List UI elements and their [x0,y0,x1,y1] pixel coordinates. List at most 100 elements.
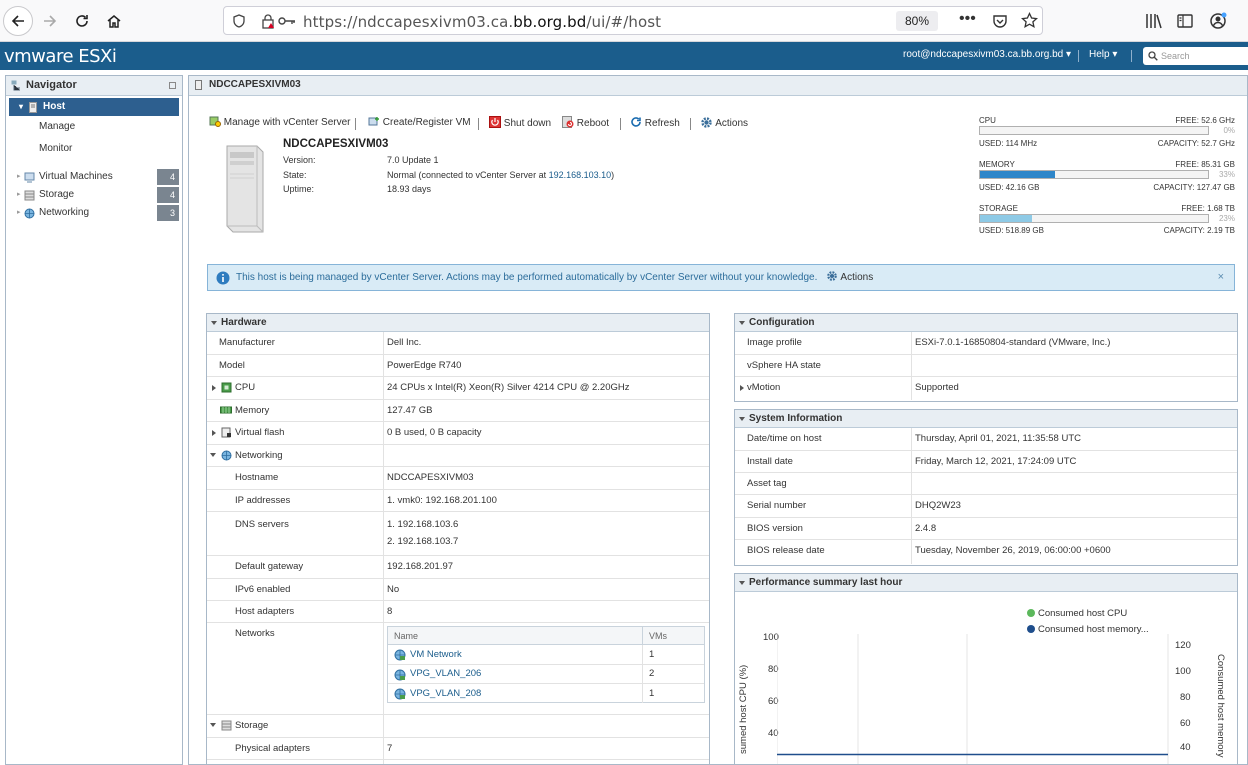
gear-icon [701,117,712,128]
manage-vcenter-button[interactable]: Manage with vCenter Server [209,116,351,128]
table-row[interactable]: VPG_VLAN_208 1 [388,684,704,703]
navigator-title: Navigator [6,76,182,96]
expand-icon[interactable] [740,385,744,391]
row-label: BIOS version [747,523,803,534]
host-main-panel: NDCCAPESXIVM03 Manage with vCenter Serve… [188,75,1248,765]
hw-row-ip-addresses: IP addresses 1. vmk0: 192.168.201.100 [207,490,709,512]
network-vm-count: 1 [649,649,655,660]
hw-row-cpu[interactable]: CPU 24 CPUs x Intel(R) Xeon(R) Silver 421… [207,377,709,400]
actions-button[interactable]: Actions [700,116,748,129]
table-row[interactable]: VM Network 1 [388,645,704,665]
nav-item-manage[interactable]: Manage [6,116,182,138]
create-vm-icon [368,117,379,126]
row-value: 1. 192.168.103.6 [387,519,459,530]
configuration-title: Configuration [749,317,815,328]
storage-usage-bar [979,214,1209,223]
column-header-vms[interactable]: VMs [649,631,667,641]
search-input[interactable]: Search [1143,47,1248,65]
table-row[interactable]: VPG_VLAN_206 2 [388,665,704,684]
user-menu[interactable]: root@ndccapesxivm03.ca.bb.org.bd ▾ [903,49,1071,60]
expand-icon[interactable] [212,430,216,436]
hw-row-host-adapters: Host adapters 8 [207,601,709,623]
performance-header[interactable]: Performance summary last hour [735,574,1237,592]
collapse-icon[interactable] [210,723,216,727]
vcenter-ip-link[interactable]: 192.168.103.10 [549,170,612,180]
create-register-vm-button[interactable]: Create/Register VM [368,116,471,128]
network-name-link[interactable]: VM Network [410,649,462,660]
cpu-capacity: CAPACITY: 52.7 GHz [1157,139,1235,148]
nav-item-virtual-machines[interactable]: ▸ Virtual Machines 4 [6,168,182,186]
lock-warning-icon[interactable] [261,13,275,29]
column-header-name[interactable]: Name [394,631,418,641]
url-bar[interactable]: https://ndccapesxivm03.ca.bb.org.bd/ui/#… [223,6,1043,35]
shut-down-button[interactable]: Shut down [489,116,551,129]
hw-row-storage[interactable]: Storage [207,715,709,738]
library-icon[interactable] [1145,13,1163,29]
url-text[interactable]: https://ndccapesxivm03.ca.bb.org.bd/ui/#… [303,13,661,31]
row-value: NDCCAPESXIVM03 [387,472,474,483]
shut-down-label: Shut down [503,118,552,129]
network-name-link[interactable]: VPG_VLAN_206 [410,668,481,679]
state-value: Normal (connected to vCenter Server at 1… [387,170,614,180]
row-value: Dell Inc. [387,337,422,348]
collapse-icon[interactable] [210,453,216,457]
cpu-label: CPU [979,116,996,125]
forward-button[interactable] [35,6,65,36]
sys-row: BIOS release date Tuesday, November 26, 2… [735,540,1237,564]
more-actions-icon[interactable]: ••• [959,10,976,28]
refresh-button[interactable]: Refresh [630,116,680,129]
reboot-button[interactable]: Reboot [562,116,609,129]
nav-item-networking[interactable]: ▸ Networking 3 [6,204,182,222]
row-value: 1. vmk0: 192.168.201.100 [387,495,497,506]
account-icon[interactable] [1209,12,1227,30]
hardware-header[interactable]: Hardware [207,314,709,332]
shield-icon[interactable] [233,14,245,28]
home-button[interactable] [99,6,129,36]
legend-memory-marker [1027,625,1035,633]
pocket-icon[interactable] [992,13,1008,29]
collapse-icon [739,321,745,325]
networks-table-header: Name VMs [388,627,704,645]
sys-row: Asset tag [735,473,1237,495]
row-label: Virtual flash [235,427,285,438]
collapse-panel-icon[interactable] [169,82,176,89]
cfg-row-image-profile: Image profile ESXi-7.0.1-16850804-standar… [735,332,1237,355]
close-icon[interactable]: × [1218,265,1224,290]
hw-row-virtual-flash[interactable]: Virtual flash 0 B used, 0 B capacity [207,422,709,445]
nav-storage-label: Storage [39,189,75,200]
vcenter-managed-alert: This host is being managed by vCenter Se… [207,264,1235,291]
reboot-icon [562,116,574,128]
reload-button[interactable] [67,6,97,36]
back-button[interactable] [3,6,33,36]
nav-item-monitor[interactable]: Monitor [6,138,182,160]
nav-item-host[interactable]: ▾ Host [9,98,179,116]
sidebar-icon[interactable] [1177,13,1193,29]
hw-row-networking[interactable]: Networking [207,445,709,467]
virtual-machine-icon [24,172,35,183]
nav-item-storage[interactable]: ▸ Storage 4 [6,186,182,204]
row-label: vSphere HA state [747,360,821,371]
help-menu[interactable]: Help ▾ [1089,49,1117,60]
configuration-header[interactable]: Configuration [735,314,1237,332]
storage-count-badge: 4 [157,187,179,203]
sys-row: Serial number DHQ2W23 [735,495,1237,518]
bookmark-star-icon[interactable] [1021,12,1038,29]
cfg-row-vmotion[interactable]: vMotion Supported [735,377,1237,400]
reload-icon [76,15,88,27]
nav-networking-label: Networking [39,207,90,218]
row-label: Image profile [747,337,802,348]
vcenter-icon [209,116,221,127]
sys-row: BIOS version 2.4.8 [735,518,1237,540]
zoom-level-button[interactable]: 80% [896,11,938,31]
system-information-header[interactable]: System Information [735,410,1237,428]
left-axis-label: sumed host CPU (%) [738,664,749,754]
legend-cpu[interactable]: Consumed host CPU [1027,608,1127,619]
network-name-link[interactable]: VPG_VLAN_208 [410,688,481,699]
alert-actions-button[interactable]: Actions [826,271,873,283]
arrow-right-icon [44,15,57,27]
row-label: Memory [235,405,270,416]
key-icon[interactable] [278,15,296,27]
right-axis-label: Consumed host memory [1215,654,1226,758]
vmware-esxi-logo: vmware ESXi [4,46,117,67]
expand-icon[interactable] [212,385,216,391]
